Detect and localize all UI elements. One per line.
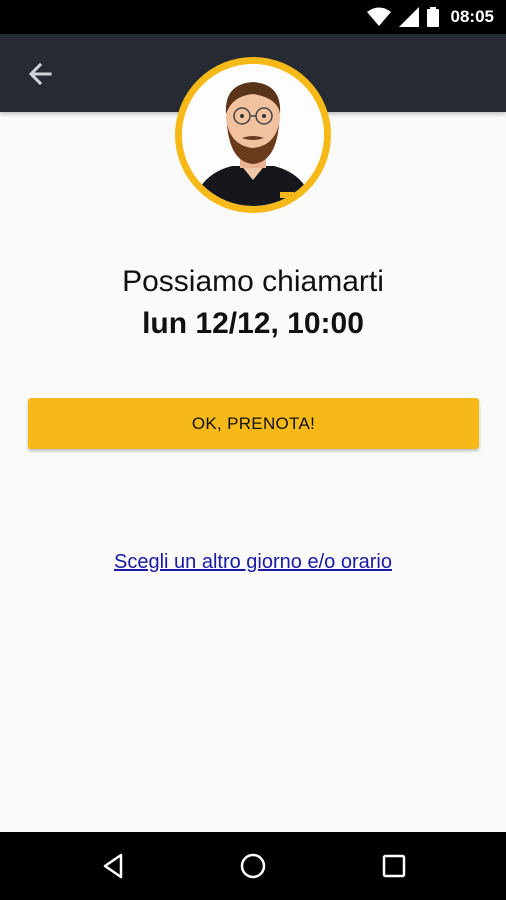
home-circle-icon[interactable] (238, 851, 268, 881)
system-nav-bar (0, 832, 506, 900)
clock: 08:05 (450, 7, 494, 26)
wifi-icon (366, 7, 391, 26)
back-triangle-icon[interactable] (99, 851, 129, 881)
headline-text: Possiamo chiamarti (122, 265, 384, 298)
arrow-left-icon[interactable] (24, 58, 56, 90)
recents-square-icon[interactable] (379, 851, 409, 881)
status-bar: 08:05 (0, 0, 506, 34)
avatar-ring (175, 57, 331, 213)
confirm-booking-button[interactable]: OK, PRENOTA! (28, 398, 479, 449)
signal-icon (398, 7, 419, 27)
choose-other-time-link[interactable]: Scegli un altro giorno e/o orario (0, 551, 506, 574)
booking-message: Possiamo chiamarti lun 12/12, 10:00 (0, 262, 506, 346)
battery-icon (426, 7, 439, 27)
agent-avatar (182, 64, 324, 206)
appointment-datetime: lun 12/12, 10:00 (142, 307, 364, 340)
avatar (182, 64, 324, 206)
